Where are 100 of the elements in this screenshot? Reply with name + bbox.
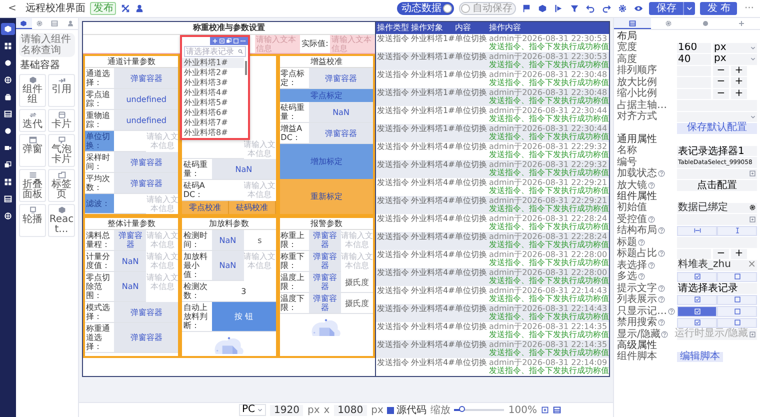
save-button[interactable]: 保存 — [649, 2, 684, 15]
cube-icon[interactable] — [538, 4, 548, 13]
plus-button[interactable]: + — [731, 88, 747, 99]
help-icon[interactable] — [648, 262, 655, 269]
field-value[interactable]: 弹窗容器 — [114, 152, 178, 173]
component-tile[interactable]: 组件组 — [19, 74, 46, 107]
text-field[interactable]: 请输入文本信息 — [146, 131, 178, 151]
unit-select[interactable]: px — [713, 54, 757, 64]
save-default-button[interactable]: 保存默认配置 — [677, 123, 757, 134]
field-value[interactable]: 弹窗容器 — [309, 230, 341, 251]
minus-button[interactable]: − — [713, 248, 729, 259]
field-value[interactable]: NaN — [212, 251, 244, 281]
grid-icon[interactable] — [552, 406, 561, 414]
select-field[interactable] — [677, 112, 757, 122]
copy-icon[interactable] — [226, 38, 232, 44]
text-field[interactable]: 请输入文本信息 — [244, 180, 276, 200]
more-icon[interactable] — [240, 38, 246, 44]
segment-button[interactable] — [717, 226, 757, 236]
field-value[interactable]: 弹窗容器 — [114, 230, 146, 251]
publish-button[interactable]: 发 布 — [700, 2, 738, 15]
column-header[interactable]: 内容 — [454, 22, 488, 34]
field-value[interactable]: NaN — [212, 230, 244, 251]
input-field[interactable] — [677, 168, 757, 179]
text-field[interactable]: 请输入文本信息 — [330, 35, 376, 53]
help-icon[interactable] — [658, 227, 665, 234]
field-value[interactable]: NaN — [114, 251, 146, 272]
minus-button[interactable]: − — [713, 88, 729, 99]
back-button[interactable]: < — [4, 2, 20, 14]
help-icon[interactable] — [648, 182, 655, 189]
component-tile[interactable]: 标签页 — [48, 169, 75, 202]
settings-icon[interactable] — [618, 4, 628, 13]
search-field[interactable]: 请选择表记录 — [184, 46, 246, 57]
segment-button[interactable] — [717, 294, 757, 305]
input-field[interactable] — [677, 214, 757, 224]
dropdown-option[interactable]: 外业料塔6# — [182, 108, 244, 118]
help-icon[interactable] — [658, 250, 665, 258]
help-icon[interactable] — [658, 319, 665, 326]
dropdown-option[interactable]: 外业料塔1# — [182, 58, 244, 68]
help-icon[interactable] — [638, 238, 645, 246]
segment-button[interactable] — [677, 306, 717, 316]
flag-icon[interactable] — [522, 4, 532, 13]
dropdown-option[interactable]: 外业料塔2# — [182, 68, 244, 78]
action-button[interactable]: 砝码校准 — [229, 201, 276, 214]
text-field[interactable]: 请输入文本信息 — [341, 251, 373, 271]
help-icon[interactable] — [658, 296, 665, 304]
dropdown-option[interactable]: 外业料塔4# — [182, 88, 244, 98]
field-value[interactable]: NaN — [212, 159, 276, 180]
person-icon[interactable] — [135, 4, 144, 13]
field-value[interactable]: 弹窗容器 — [114, 302, 178, 323]
text-field[interactable]: 请选择表记录 — [677, 283, 757, 294]
text-field[interactable]: 表记录选择器1 — [677, 146, 757, 156]
text-field[interactable]: 请输入文本信息 — [244, 251, 276, 271]
binding-field[interactable]: 数据已绑定 — [677, 202, 757, 213]
plus-icon[interactable] — [212, 38, 218, 44]
search-field[interactable]: 请输入组件名称查询 — [19, 33, 75, 57]
field-value[interactable]: 弹窗容器 — [309, 293, 341, 314]
plus-button[interactable]: + — [731, 66, 747, 76]
segment-button[interactable] — [717, 318, 757, 328]
field-value[interactable]: undefined — [114, 110, 178, 131]
dropdown-option[interactable]: 外业料塔7# — [182, 118, 244, 128]
text-field[interactable]: 请输入文本信息 — [146, 272, 178, 292]
text-field[interactable]: 请输入文本信息 — [341, 230, 373, 250]
segment-button[interactable] — [717, 306, 757, 316]
field-value[interactable]: NaN — [309, 102, 373, 123]
plus-button[interactable]: + — [731, 77, 747, 88]
field-value[interactable]: undefined — [114, 89, 178, 110]
component-tile[interactable]: React... — [48, 204, 75, 237]
sidebar-item[interactable] — [1, 23, 15, 35]
segment-button[interactable] — [677, 318, 717, 328]
dropdown-option[interactable]: 外业料塔5# — [182, 98, 244, 108]
redo-icon[interactable] — [602, 4, 612, 13]
help-icon[interactable] — [648, 216, 655, 223]
edit-script-button[interactable]: 编辑脚本 — [677, 352, 723, 362]
component-tile[interactable]: 引用 — [48, 74, 75, 107]
settings-icon[interactable] — [749, 204, 756, 212]
component-tile[interactable]: 气泡卡片 — [48, 134, 75, 167]
height-field[interactable]: 1080 — [334, 404, 368, 416]
component-tile[interactable]: 迭代 — [19, 109, 46, 132]
width-field[interactable]: 1920 — [270, 404, 304, 416]
scrollbar[interactable] — [245, 61, 247, 75]
text-field[interactable]: 点击配置 — [677, 180, 757, 190]
field-value[interactable]: 弹窗容器 — [309, 123, 373, 144]
column-header[interactable]: 操作对象 — [410, 22, 454, 34]
field-value[interactable]: 弹窗容器 — [114, 323, 178, 353]
column-header[interactable]: 操作类型 — [376, 22, 410, 34]
field-value[interactable]: 弹窗容器 — [309, 68, 373, 89]
more-button[interactable]: ··· — [742, 3, 756, 14]
help-icon[interactable] — [668, 308, 675, 315]
help-icon[interactable] — [658, 284, 665, 292]
component-tile[interactable]: 轮播 — [19, 204, 46, 237]
field-value[interactable]: 弹窗容器 — [309, 272, 341, 293]
panel-tab[interactable] — [614, 18, 650, 29]
action-button[interactable]: 重新标定 — [280, 179, 373, 214]
filter-icon[interactable] — [570, 4, 580, 13]
text-field[interactable]: 请输入文本信息 — [146, 194, 178, 214]
square-icon[interactable] — [233, 38, 239, 44]
undo-icon[interactable] — [586, 4, 596, 13]
eye-icon[interactable] — [634, 4, 644, 13]
source-checkbox[interactable]: 源代码 — [387, 404, 426, 416]
component-tile[interactable]: 弹窗 — [19, 134, 46, 167]
